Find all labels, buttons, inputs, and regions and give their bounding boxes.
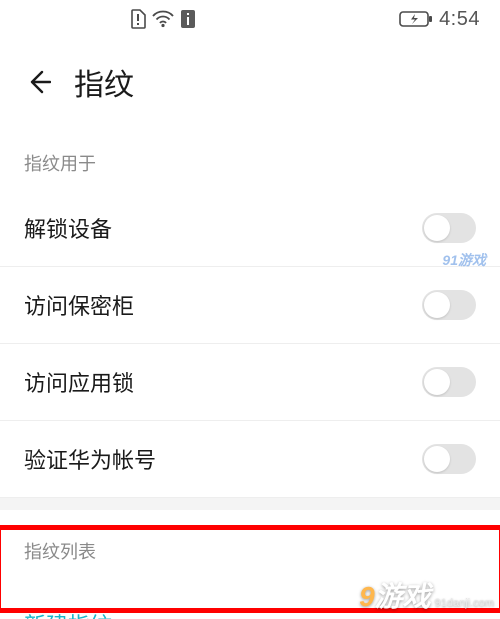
toggle-verify-huawei-id[interactable] [422,444,476,474]
status-right: 4:54 [399,8,480,31]
row-access-safe[interactable]: 访问保密柜 [0,267,500,344]
row-unlock-device[interactable]: 解锁设备 [0,190,500,267]
status-bar: 4:54 [0,0,500,38]
section-divider [0,498,500,510]
row-verify-huawei-id[interactable]: 验证华为帐号 [0,421,500,498]
row-access-applock[interactable]: 访问应用锁 [0,344,500,421]
battery-charging-icon [399,11,433,27]
row-label: 验证华为帐号 [24,443,156,475]
toggle-access-applock[interactable] [422,367,476,397]
toggle-unlock-device[interactable] [422,213,476,243]
row-label: 访问保密柜 [24,289,134,321]
info-card-icon [180,9,196,29]
wifi-icon [152,10,174,28]
page-header: 指纹 [0,38,500,122]
section-label-uses: 指纹用于 [0,122,500,190]
row-new-fingerprint[interactable]: 新建指纹 [0,578,500,619]
status-time: 4:54 [439,8,480,31]
row-label: 访问应用锁 [24,366,134,398]
sim-alert-icon [130,9,146,29]
back-button[interactable] [24,68,52,96]
new-fingerprint-label: 新建指纹 [24,608,476,619]
arrow-left-icon [25,69,51,95]
status-left [130,9,196,29]
toggle-access-safe[interactable] [422,290,476,320]
section-label-list: 指纹列表 [0,510,500,578]
row-label: 解锁设备 [24,212,112,244]
page-title: 指纹 [74,60,134,104]
